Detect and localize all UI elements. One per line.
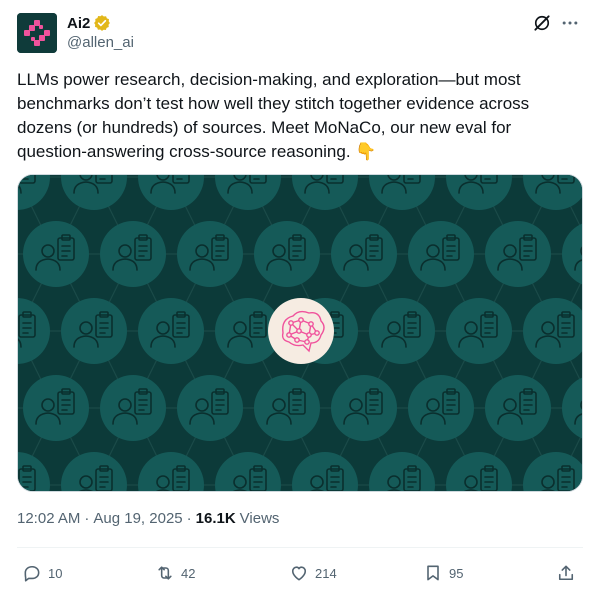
author-name-row[interactable]: Ai2 <box>67 13 111 33</box>
tweet-media-image[interactable] <box>17 174 583 492</box>
person-clipboard-tile <box>100 221 166 287</box>
share-button[interactable] <box>555 558 577 588</box>
reply-button[interactable]: 10 <box>21 558 62 588</box>
reply-icon <box>21 562 43 584</box>
like-button[interactable]: 214 <box>288 558 337 588</box>
engagement-bar: 10 42 214 95 <box>17 558 583 588</box>
person-clipboard-tile <box>100 375 166 441</box>
divider <box>17 547 583 548</box>
views-count: 16.1K <box>195 510 236 527</box>
person-clipboard-tile <box>177 221 243 287</box>
reply-count: 10 <box>48 565 63 581</box>
bookmark-count: 95 <box>449 565 464 581</box>
repost-count: 42 <box>181 565 196 581</box>
person-clipboard-tile <box>408 221 474 287</box>
bookmark-icon <box>422 562 444 584</box>
person-clipboard-tile <box>254 221 320 287</box>
ai2-logo-icon <box>17 13 57 53</box>
meta-separator-2: · <box>186 510 192 527</box>
share-icon <box>555 562 577 584</box>
verified-badge-icon <box>94 15 111 31</box>
person-clipboard-tile <box>177 375 243 441</box>
repost-icon <box>154 562 176 584</box>
person-clipboard-tile <box>23 221 89 287</box>
tweet-time[interactable]: 12:02 AM <box>17 510 80 527</box>
person-clipboard-tile <box>408 375 474 441</box>
person-clipboard-tile <box>254 375 320 441</box>
tweet-card: Ai2 @allen_ai LLMs power research, decis… <box>0 0 599 597</box>
person-clipboard-tile <box>61 298 127 364</box>
media-pattern <box>18 175 582 491</box>
avatar[interactable] <box>17 13 57 53</box>
person-clipboard-tile <box>331 221 397 287</box>
person-clipboard-tile <box>138 298 204 364</box>
brain-network-icon <box>268 298 334 364</box>
views-label: Views <box>239 510 280 527</box>
bookmark-button[interactable]: 95 <box>422 558 463 588</box>
person-clipboard-tile <box>485 221 551 287</box>
tweet-date[interactable]: Aug 19, 2025 <box>93 510 182 527</box>
repost-button[interactable]: 42 <box>154 558 195 588</box>
header-actions <box>531 12 581 34</box>
tweet-meta: 12:02 AM · Aug 19, 2025 · 16.1K Views <box>17 510 279 527</box>
person-clipboard-tile <box>331 375 397 441</box>
person-clipboard-tile <box>446 298 512 364</box>
heart-icon <box>288 562 310 584</box>
more-dots-icon[interactable] <box>559 12 581 34</box>
display-name[interactable]: Ai2 <box>67 15 90 32</box>
person-clipboard-tile <box>23 375 89 441</box>
meta-separator: · <box>84 510 90 527</box>
tweet-text: LLMs power research, decision-making, an… <box>17 70 530 161</box>
like-count: 214 <box>315 565 337 581</box>
person-clipboard-tile <box>369 298 435 364</box>
author-handle[interactable]: @allen_ai <box>67 34 134 51</box>
person-clipboard-tile <box>485 375 551 441</box>
grok-icon[interactable] <box>531 12 553 34</box>
